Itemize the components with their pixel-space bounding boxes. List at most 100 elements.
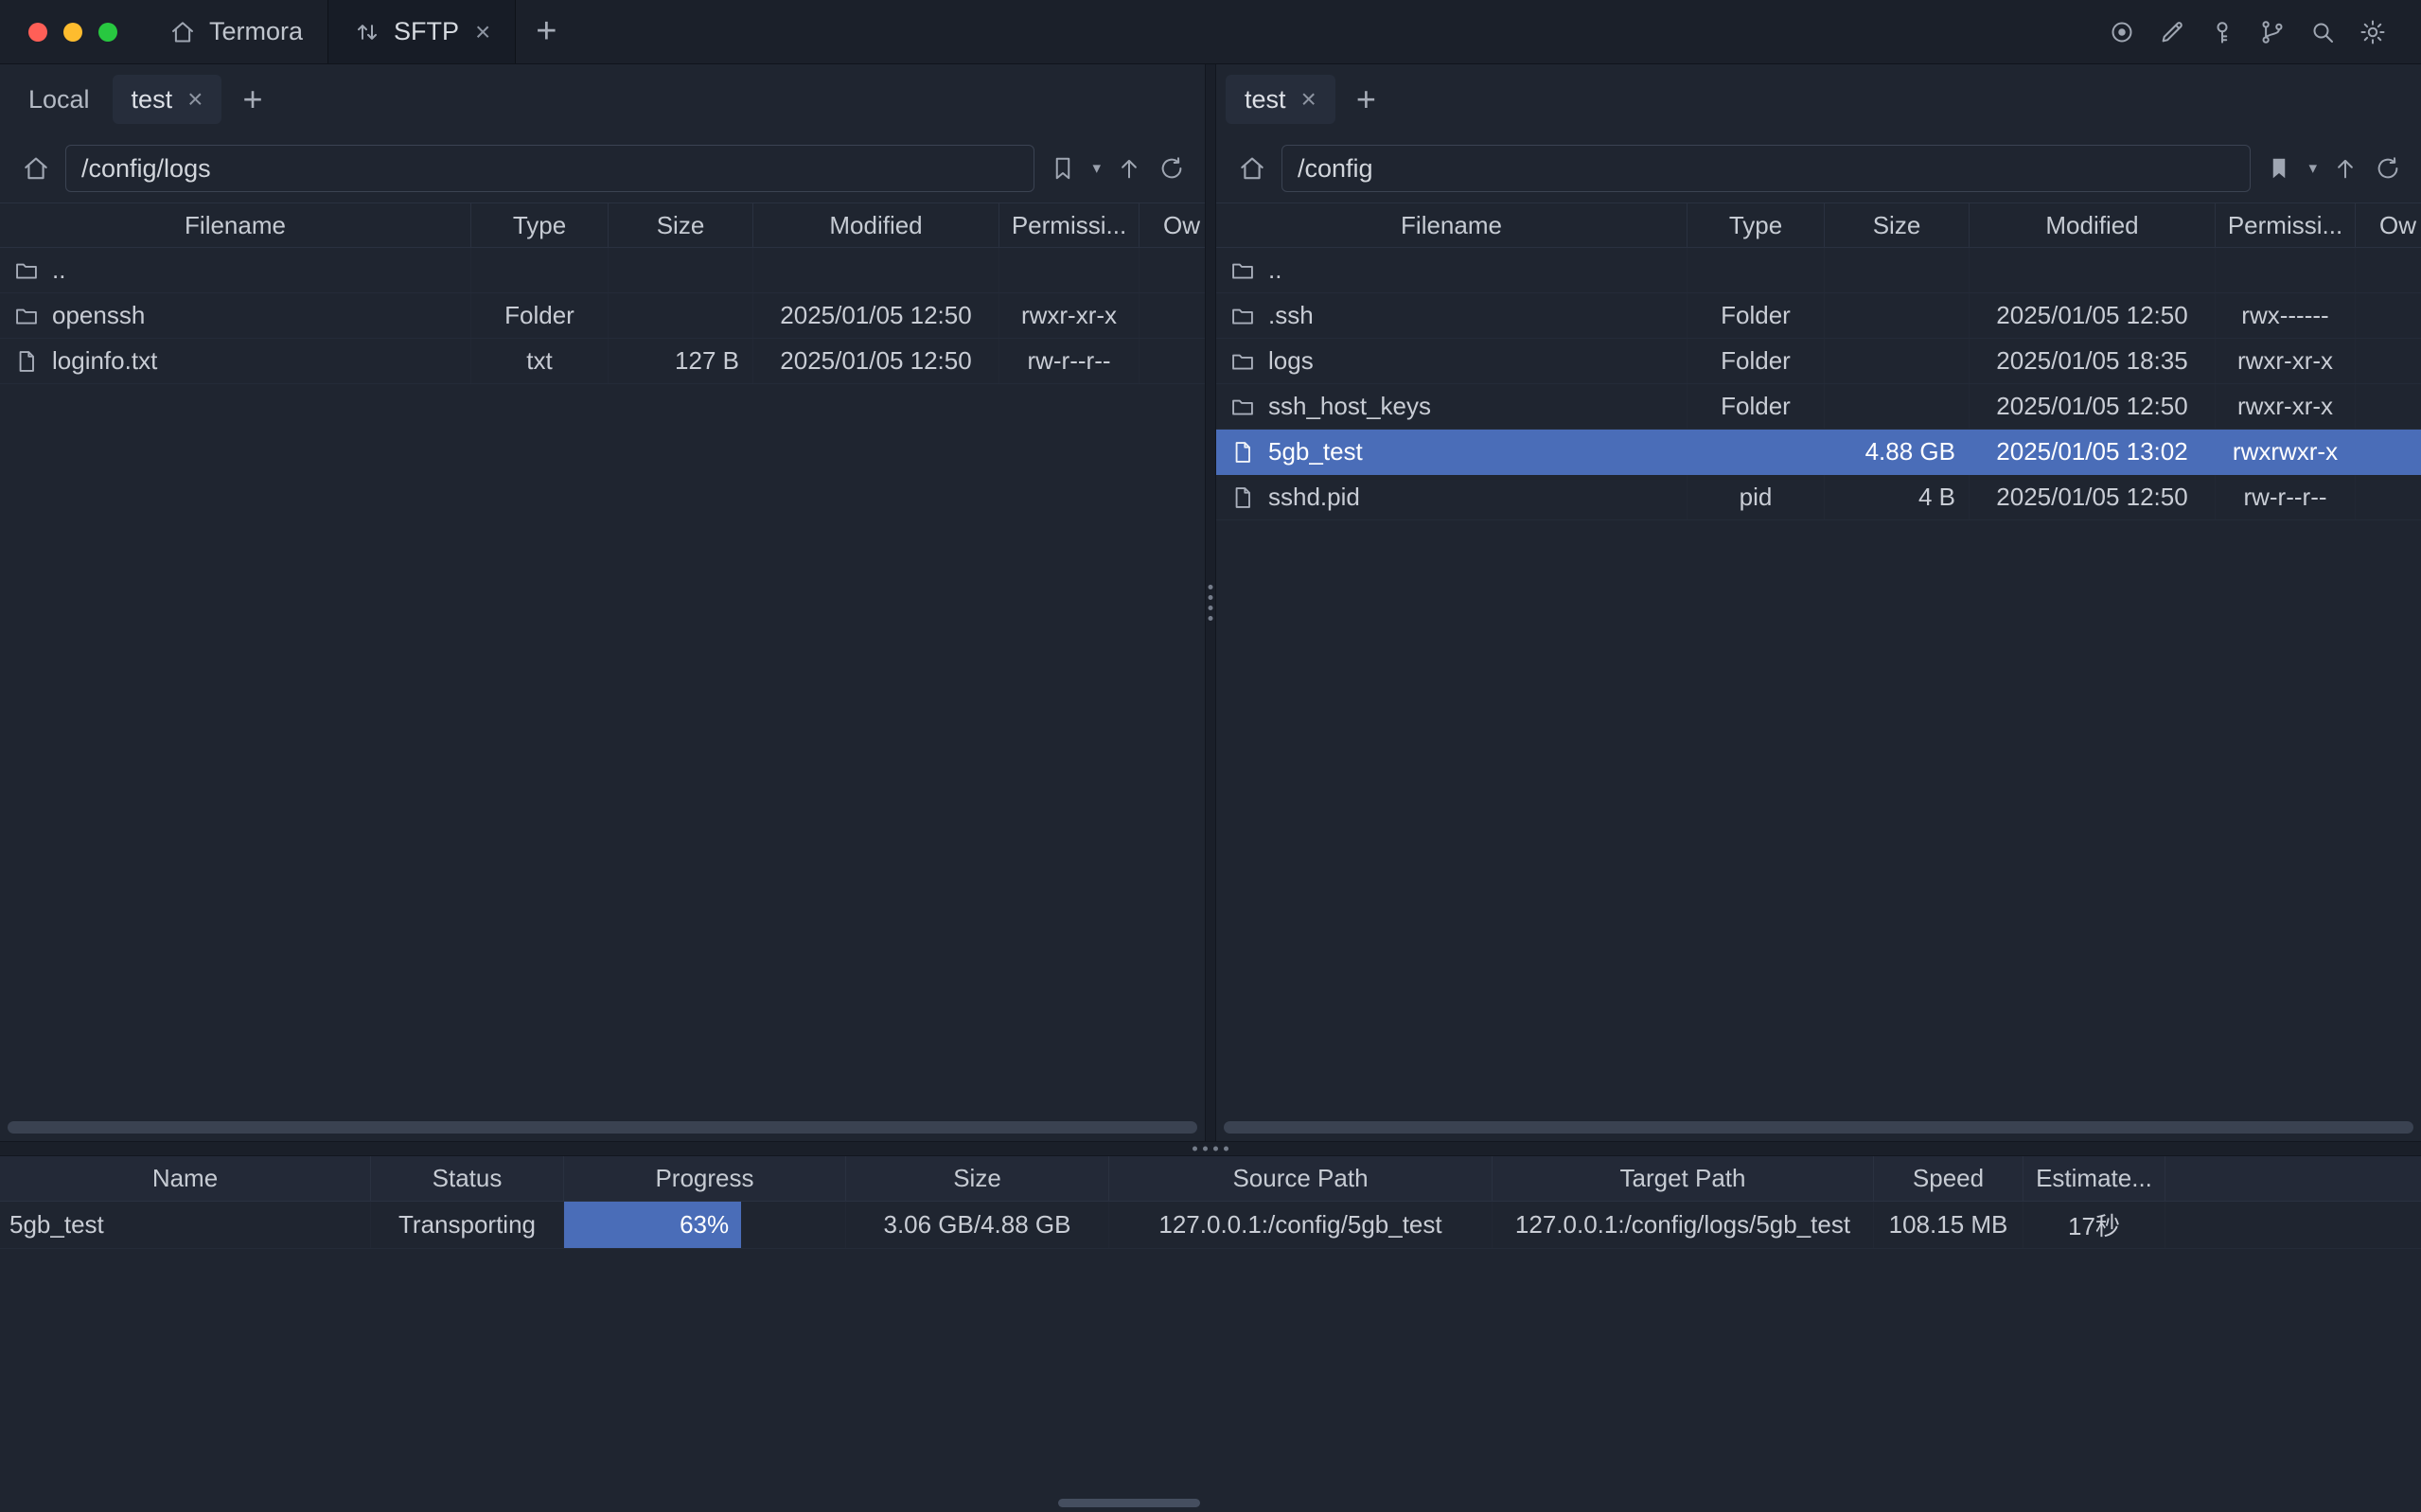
cell-type: Folder xyxy=(471,293,609,338)
column-header-size[interactable]: Size xyxy=(609,203,753,247)
scrollbar-thumb[interactable] xyxy=(8,1121,1197,1134)
close-window-button[interactable] xyxy=(28,23,47,42)
edit-icon[interactable] xyxy=(2158,18,2186,46)
chevron-down-icon[interactable]: ▾ xyxy=(1092,159,1101,178)
left-pathbar: ▾ xyxy=(0,134,1205,202)
close-tab-icon[interactable]: × xyxy=(187,86,203,113)
filename-label: .. xyxy=(52,255,65,285)
cell-size: 4 B xyxy=(1825,475,1970,519)
tab-local[interactable]: Local xyxy=(9,75,109,124)
column-header-modified[interactable]: Modified xyxy=(1970,203,2216,247)
tab-label: SFTP xyxy=(394,17,459,46)
cell-owner xyxy=(2356,248,2421,292)
tab-sftp[interactable]: SFTP × xyxy=(327,0,516,63)
column-header-speed[interactable]: Speed xyxy=(1874,1156,2023,1201)
home-button[interactable] xyxy=(1237,153,1267,184)
branch-icon[interactable] xyxy=(2258,18,2287,46)
file-row[interactable]: openssh Folder 2025/01/05 12:50 rwxr-xr-… xyxy=(0,293,1205,339)
column-header-size[interactable]: Size xyxy=(846,1156,1109,1201)
file-row-selected[interactable]: 5gb_test 4.88 GB 2025/01/05 13:02 rwxrwx… xyxy=(1216,430,2421,475)
close-tab-icon[interactable]: × xyxy=(1301,86,1317,113)
path-input[interactable] xyxy=(65,145,1034,192)
column-header-filler xyxy=(2165,1156,2421,1201)
column-header-type[interactable]: Type xyxy=(1688,203,1825,247)
chevron-down-icon[interactable]: ▾ xyxy=(2308,159,2317,178)
transfers-header: Name Status Progress Size Source Path Ta… xyxy=(0,1156,2421,1202)
column-header-type[interactable]: Type xyxy=(471,203,609,247)
cell-owner xyxy=(2356,384,2421,429)
file-row[interactable]: loginfo.txt txt 127 B 2025/01/05 12:50 r… xyxy=(0,339,1205,384)
tab-test[interactable]: test × xyxy=(1226,75,1335,124)
progress-bar: 63% xyxy=(564,1202,741,1248)
bookmark-button[interactable] xyxy=(1049,154,1077,183)
cell-modified: 2025/01/05 12:50 xyxy=(1970,384,2216,429)
new-tab-button[interactable]: + xyxy=(516,0,576,63)
column-header-modified[interactable]: Modified xyxy=(753,203,999,247)
column-header-owner[interactable]: Ow xyxy=(1140,203,1205,247)
new-session-tab-button[interactable]: + xyxy=(1339,79,1393,119)
folder-icon xyxy=(1229,303,1256,329)
minimize-window-button[interactable] xyxy=(63,23,82,42)
column-header-target-path[interactable]: Target Path xyxy=(1493,1156,1874,1201)
home-button[interactable] xyxy=(21,153,51,184)
filename-label: sshd.pid xyxy=(1268,483,1360,512)
scrollbar-thumb[interactable] xyxy=(1224,1121,2413,1134)
cell-size xyxy=(609,293,753,338)
record-icon[interactable] xyxy=(2108,18,2136,46)
cell-filename: .ssh xyxy=(1216,293,1688,338)
cell-type: Folder xyxy=(1688,339,1825,383)
cell-owner xyxy=(2356,293,2421,338)
vertical-splitter[interactable] xyxy=(1205,64,1216,1141)
column-header-permissions[interactable]: Permissi... xyxy=(2216,203,2356,247)
tab-label: test xyxy=(1245,85,1286,114)
column-header-permissions[interactable]: Permissi... xyxy=(999,203,1140,247)
splitter-grip-icon[interactable] xyxy=(1209,585,1213,621)
cell-permissions: rw-r--r-- xyxy=(2216,475,2356,519)
splitter-grip-icon[interactable] xyxy=(1193,1147,1228,1152)
file-row[interactable]: logs Folder 2025/01/05 18:35 rwxr-xr-x xyxy=(1216,339,2421,384)
path-input[interactable] xyxy=(1281,145,2251,192)
horizontal-splitter[interactable] xyxy=(0,1141,2421,1156)
cell-status: Transporting xyxy=(371,1202,564,1248)
file-row[interactable]: ssh_host_keys Folder 2025/01/05 12:50 rw… xyxy=(1216,384,2421,430)
cell-permissions: rwxr-xr-x xyxy=(2216,339,2356,383)
left-pane-empty-area xyxy=(0,384,1205,1118)
cell-type: txt xyxy=(471,339,609,383)
transfer-row[interactable]: 5gb_test Transporting 63% 3.06 GB/4.88 G… xyxy=(0,1202,2421,1249)
refresh-button[interactable] xyxy=(1157,154,1186,183)
column-header-status[interactable]: Status xyxy=(371,1156,564,1201)
bookmark-button[interactable] xyxy=(2265,154,2293,183)
parent-directory-button[interactable] xyxy=(2331,154,2359,183)
settings-icon[interactable] xyxy=(2359,18,2387,46)
tab-termora-home[interactable]: Termora xyxy=(144,0,327,63)
key-icon[interactable] xyxy=(2208,18,2236,46)
file-row[interactable]: .ssh Folder 2025/01/05 12:50 rwx------ xyxy=(1216,293,2421,339)
refresh-button[interactable] xyxy=(2374,154,2402,183)
close-tab-icon[interactable]: × xyxy=(475,19,490,45)
column-header-owner[interactable]: Ow xyxy=(2356,203,2421,247)
tab-test[interactable]: test × xyxy=(113,75,222,124)
column-header-size[interactable]: Size xyxy=(1825,203,1970,247)
left-pane-tabs: Local test × + xyxy=(0,64,1205,134)
file-row-parent[interactable]: .. xyxy=(0,248,1205,293)
file-panes: Local test × + ▾ Filename Type xyxy=(0,64,2421,1141)
window-controls xyxy=(0,0,144,63)
column-header-estimate[interactable]: Estimate... xyxy=(2023,1156,2165,1201)
titlebar-actions xyxy=(2108,0,2421,63)
zoom-window-button[interactable] xyxy=(98,23,117,42)
parent-directory-button[interactable] xyxy=(1115,154,1143,183)
filename-label: .ssh xyxy=(1268,301,1314,330)
file-row-parent[interactable]: .. xyxy=(1216,248,2421,293)
transfers-scrollbar-thumb[interactable] xyxy=(1058,1499,1200,1507)
new-session-tab-button[interactable]: + xyxy=(225,79,279,119)
column-header-name[interactable]: Name xyxy=(0,1156,371,1201)
column-header-progress[interactable]: Progress xyxy=(564,1156,846,1201)
cell-owner xyxy=(2356,430,2421,474)
search-icon[interactable] xyxy=(2308,18,2337,46)
transfer-icon xyxy=(353,18,381,46)
column-header-filename[interactable]: Filename xyxy=(0,203,471,247)
column-header-source-path[interactable]: Source Path xyxy=(1109,1156,1493,1201)
column-header-filename[interactable]: Filename xyxy=(1216,203,1688,247)
file-row[interactable]: sshd.pid pid 4 B 2025/01/05 12:50 rw-r--… xyxy=(1216,475,2421,520)
home-icon xyxy=(21,153,51,184)
